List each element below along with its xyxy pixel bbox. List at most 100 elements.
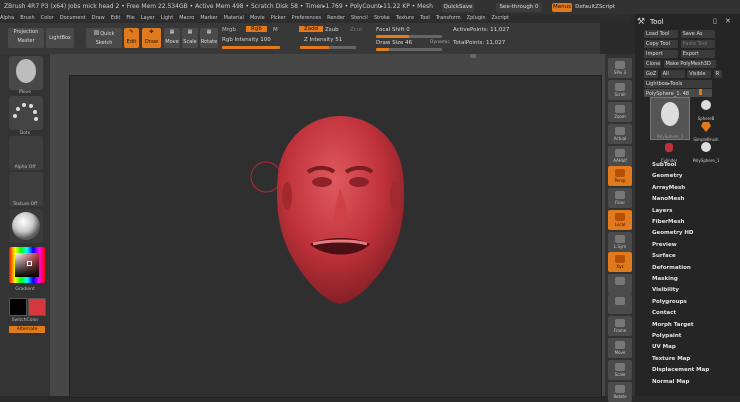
tool-thumb-simplebrush[interactable]: SimpleBrush — [691, 118, 721, 142]
load-tool-button[interactable]: Load Tool — [644, 30, 678, 38]
shelf-button-frame[interactable]: Frame — [608, 316, 632, 336]
tool-thumb-sphereb[interactable]: SphereB — [691, 97, 721, 121]
shelf-button-l-sym[interactable]: L.Sym — [608, 232, 632, 252]
focal-shift-slider[interactable] — [376, 35, 442, 38]
menu-item[interactable]: Light — [161, 15, 173, 21]
save-as-button[interactable]: Save As — [680, 30, 715, 38]
menu-item[interactable]: Marker — [200, 15, 217, 21]
subpalette-masking[interactable]: Masking — [652, 276, 678, 282]
quicksave-button[interactable]: QuickSave — [442, 3, 474, 12]
menu-item[interactable]: Brush — [20, 15, 34, 21]
menu-item[interactable]: Document — [60, 15, 86, 21]
default-zscript-button[interactable]: DefaultZScript — [575, 3, 615, 12]
subpalette-deformation[interactable]: Deformation — [652, 265, 691, 271]
color-picker[interactable] — [9, 247, 45, 283]
menu-item[interactable]: Edit — [111, 15, 121, 21]
subpalette-fibermesh[interactable]: FiberMesh — [652, 219, 684, 225]
copy-tool-button[interactable]: Copy Tool — [644, 40, 678, 48]
subpalette-arraymesh[interactable]: ArrayMesh — [652, 185, 685, 191]
move-button[interactable]: ▦ Move — [164, 28, 180, 48]
visible-button[interactable]: Visible — [687, 70, 712, 78]
menu-item[interactable]: Texture — [396, 15, 414, 21]
shelf-button-zoom[interactable]: Zoom — [608, 102, 632, 122]
menu-item[interactable]: Macro — [179, 15, 194, 21]
tool-thumb-current[interactable]: PolySphere_1 — [650, 97, 690, 140]
menu-item[interactable]: Picker — [271, 15, 286, 21]
subpalette-texture-map[interactable]: Texture Map — [652, 356, 690, 362]
subpalette-layers[interactable]: Layers — [652, 208, 672, 214]
menu-item[interactable]: Zplugin — [467, 15, 486, 21]
canvas-scroll-handle[interactable] — [470, 54, 476, 58]
shelf-button-scroll[interactable]: Scroll — [608, 80, 632, 100]
dynamic-button[interactable]: Dynamic — [430, 40, 450, 45]
texture-thumbnail[interactable] — [9, 172, 43, 206]
shelf-button-xyz[interactable]: Xyz — [608, 252, 632, 272]
menus-button[interactable]: Menus — [552, 3, 572, 12]
shelf-button-floor[interactable]: Floor — [608, 188, 632, 208]
menu-item[interactable]: Color — [41, 15, 54, 21]
menu-item[interactable]: Preferences — [292, 15, 321, 21]
alternate-button[interactable]: Alternate — [9, 326, 45, 333]
subpalette-geometry[interactable]: Geometry — [652, 173, 682, 179]
subpalette-uv-map[interactable]: UV Map — [652, 344, 676, 350]
export-button[interactable]: Export — [680, 50, 715, 58]
clone-button[interactable]: Clone — [644, 60, 661, 68]
subpalette-geometry-hd[interactable]: Geometry HD — [652, 230, 694, 236]
subpalette-displacement-map[interactable]: Displacement Map — [652, 367, 709, 373]
zsub-button[interactable]: Zsub — [325, 27, 339, 33]
material-thumbnail[interactable] — [9, 209, 43, 243]
menu-item[interactable]: Render — [327, 15, 345, 21]
shelf-button-local[interactable]: Local — [608, 210, 632, 230]
subpalette-visibility[interactable]: Visibility — [652, 287, 679, 293]
menu-item[interactable]: File — [126, 15, 134, 21]
subpalette-subtool[interactable]: SubTool — [652, 162, 676, 168]
mrgb-button[interactable]: Mrgb — [222, 27, 236, 33]
menu-item[interactable]: Transform — [436, 15, 461, 21]
subpalette-nanomesh[interactable]: NanoMesh — [652, 196, 684, 202]
subpalette-contact[interactable]: Contact — [652, 310, 676, 316]
menu-item[interactable]: Movie — [250, 15, 265, 21]
subpalette-normal-map[interactable]: Normal Map — [652, 379, 689, 385]
zadd-button[interactable]: Zadd — [299, 26, 324, 32]
rgb-intensity-slider[interactable] — [222, 46, 280, 49]
shelf-button-scale[interactable]: Scale — [608, 360, 632, 380]
quick-sketch-button[interactable]: Quick Sketch — [86, 28, 122, 48]
rotate-button[interactable]: ▦ Rotate — [200, 28, 218, 48]
shelf-button-spix-3[interactable]: SPix 3 — [608, 58, 632, 78]
z-intensity-slider[interactable] — [300, 46, 356, 49]
brush-thumbnail[interactable] — [9, 56, 43, 90]
all-button[interactable]: All — [660, 70, 685, 78]
goz-button[interactable]: GoZ — [644, 70, 658, 78]
subpalette-preview[interactable]: Preview — [652, 242, 677, 248]
shelf-button-rotate[interactable]: Rotate — [608, 382, 632, 402]
r-button[interactable]: R — [713, 70, 722, 78]
switch-color-button[interactable]: SwitchColor — [0, 318, 50, 323]
tool-thumb-cylinder[interactable]: Cylinder — [650, 139, 688, 163]
scale-button[interactable]: ▦ Scale — [182, 28, 198, 48]
tool-thumb-polysphere[interactable]: PolySphere_1 — [691, 139, 721, 163]
rgb-button[interactable]: Rgb — [246, 26, 267, 32]
main-color-swatch[interactable] — [28, 298, 46, 316]
import-button[interactable]: Import — [644, 50, 678, 58]
stroke-thumbnail[interactable] — [9, 96, 43, 130]
lightbox-button[interactable]: LightBox — [46, 28, 74, 48]
menu-item[interactable]: Draw — [92, 15, 105, 21]
projection-master-button[interactable]: Projection Master — [8, 28, 44, 48]
shelf-button-persp[interactable]: Persp — [608, 166, 632, 186]
subpalette-polygroups[interactable]: Polygroups — [652, 299, 687, 305]
make-polymesh-button[interactable]: Make PolyMesh3D — [663, 60, 716, 68]
shelf-button-blank-11[interactable] — [608, 294, 632, 314]
shelf-button-move[interactable]: Move — [608, 338, 632, 358]
menu-item[interactable]: Zscript — [492, 15, 509, 21]
zcut-button[interactable]: Zcut — [350, 27, 362, 33]
draw-size-slider[interactable] — [376, 48, 442, 51]
menu-item[interactable]: Material — [224, 15, 244, 21]
subpalette-polypaint[interactable]: Polypaint — [652, 333, 681, 339]
lightbox-tools-button[interactable]: Lightbox▸Tools — [644, 80, 712, 88]
menu-item[interactable]: Stencil — [351, 15, 368, 21]
subpalette-surface[interactable]: Surface — [652, 253, 676, 259]
shelf-button-actual[interactable]: Actual — [608, 124, 632, 144]
shelf-button-blank-10[interactable] — [608, 274, 632, 294]
shelf-button-aahalf[interactable]: AAHalf — [608, 146, 632, 166]
document-viewport[interactable] — [69, 75, 602, 398]
